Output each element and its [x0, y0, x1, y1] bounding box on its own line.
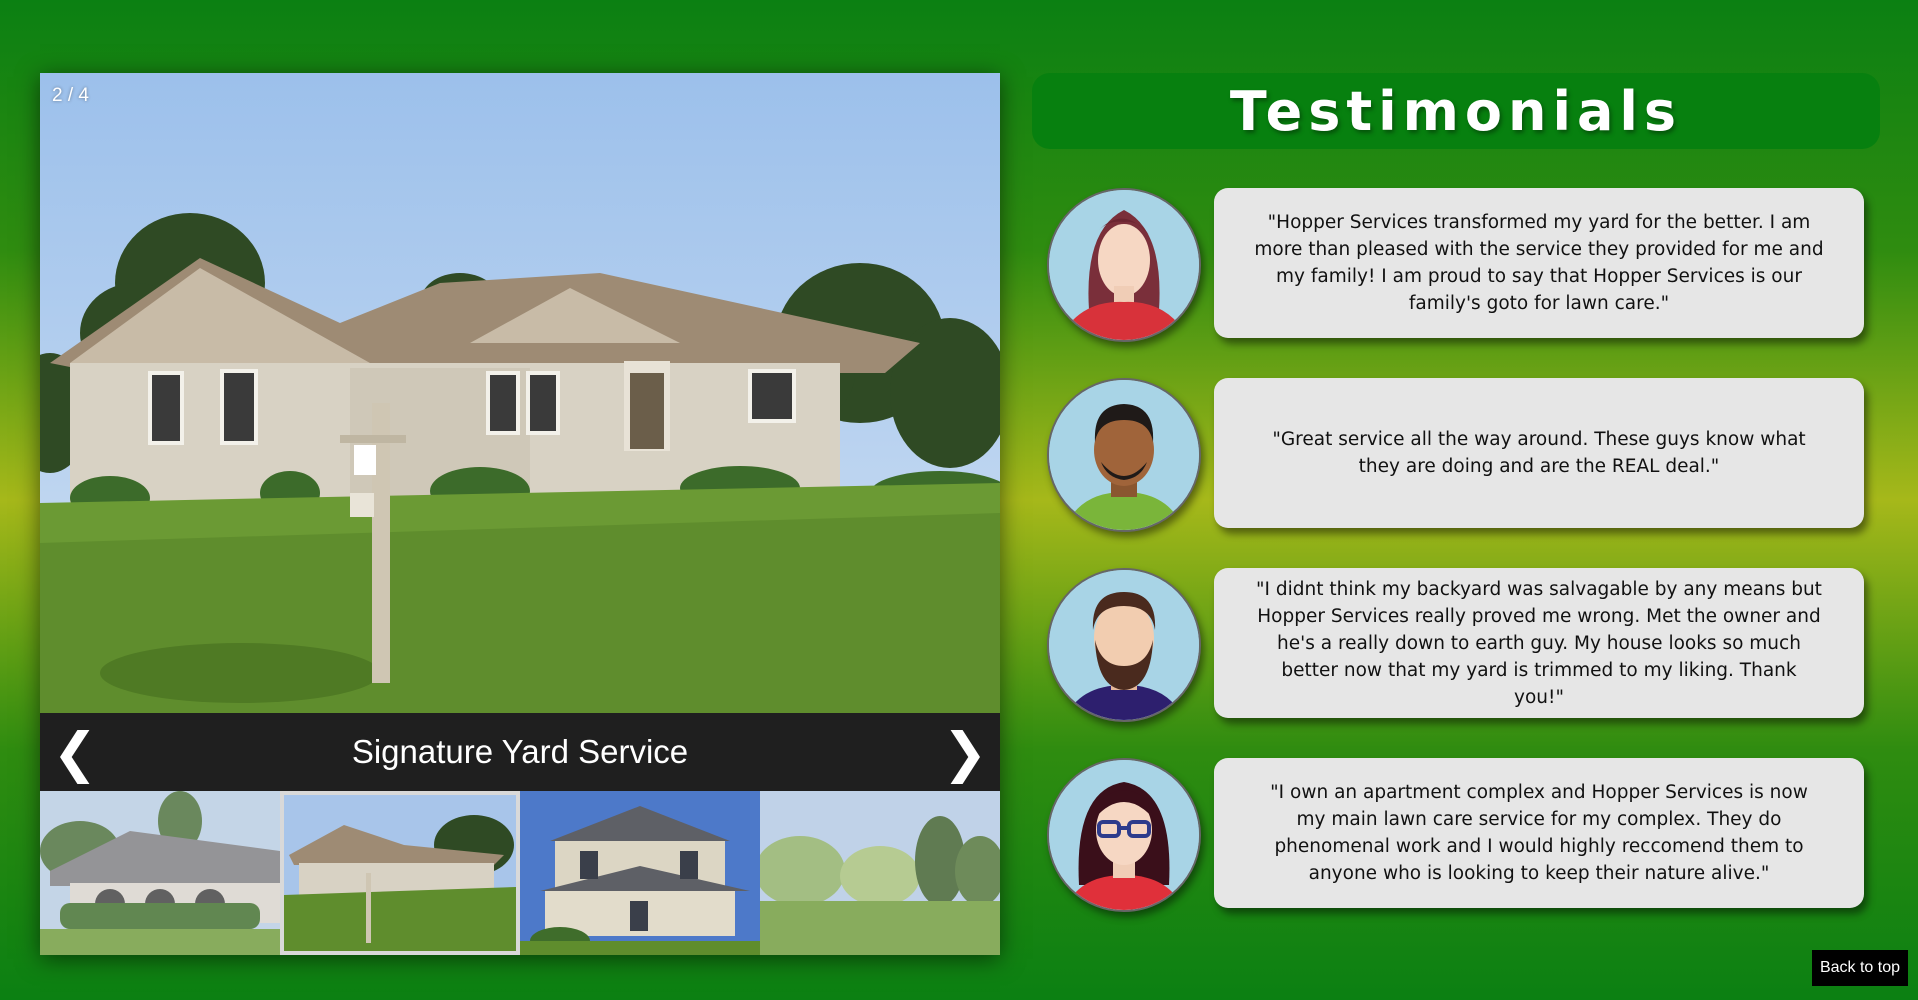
testimonial-card: "Hopper Services transformed my yard for… — [1214, 188, 1864, 338]
caption-bar: ❮ Signature Yard Service ❯ — [40, 713, 1000, 791]
slide-caption: Signature Yard Service — [351, 733, 689, 770]
thumbnail-2-active[interactable] — [280, 791, 520, 955]
woman-red-hair-avatar — [1047, 188, 1201, 342]
bearded-man-avatar — [1047, 568, 1201, 722]
testimonial-card: "I didnt think my backyard was salvagabl… — [1214, 568, 1864, 718]
main-slide-image: 2 / 4 — [40, 73, 1000, 713]
image-gallery: 2 / 4 ❮ Signature Yard Service ❯ — [40, 73, 1000, 955]
chevron-left-icon: ❮ — [52, 720, 98, 784]
thumbnail-strip — [40, 791, 1000, 955]
page-title: Testimonials — [1229, 79, 1683, 143]
testimonial-quote: "I own an apartment complex and Hopper S… — [1270, 782, 1808, 884]
testimonial-item: "I own an apartment complex and Hopper S… — [1032, 758, 1880, 912]
chevron-right-icon: ❯ — [942, 720, 988, 784]
thumbnail-1[interactable] — [40, 791, 280, 955]
testimonial-item: "Hopper Services transformed my yard for… — [1032, 188, 1880, 342]
thumbnail-4[interactable] — [760, 791, 1000, 955]
testimonial-quote: "Great service all the way around. These… — [1272, 429, 1806, 477]
back-to-top-button[interactable]: Back to top — [1812, 950, 1908, 986]
testimonials-header: Testimonials — [1032, 73, 1880, 149]
testimonial-item: "Great service all the way around. These… — [1032, 378, 1880, 532]
thumbnail-3[interactable] — [520, 791, 760, 955]
testimonial-card: "Great service all the way around. These… — [1214, 378, 1864, 528]
testimonials-section: Testimonials "Hopper Services transforme… — [1032, 73, 1880, 912]
next-slide-button[interactable]: ❯ — [930, 713, 1000, 791]
testimonial-card: "I own an apartment complex and Hopper S… — [1214, 758, 1864, 908]
testimonial-quote: "I didnt think my backyard was salvagabl… — [1256, 578, 1822, 708]
man-green-shirt-avatar — [1047, 378, 1201, 532]
testimonial-list: "Hopper Services transformed my yard for… — [1032, 188, 1880, 948]
slide-counter: 2 / 4 — [52, 85, 89, 106]
woman-glasses-avatar — [1047, 758, 1201, 912]
previous-slide-button[interactable]: ❮ — [40, 713, 110, 791]
testimonial-item: "I didnt think my backyard was salvagabl… — [1032, 568, 1880, 722]
testimonial-quote: "Hopper Services transformed my yard for… — [1254, 212, 1824, 314]
